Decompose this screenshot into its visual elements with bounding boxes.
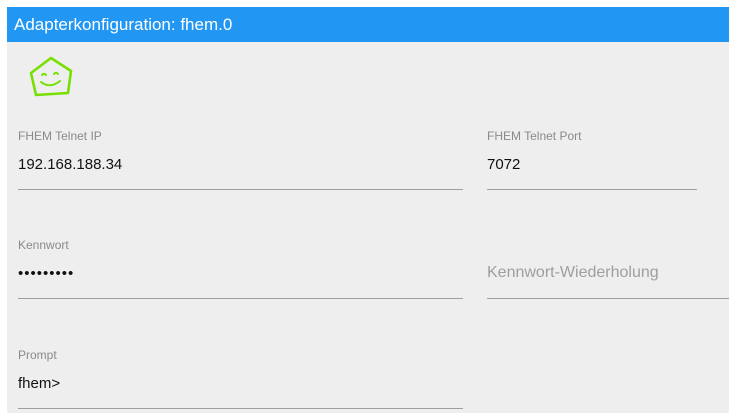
config-form: FHEM Telnet IP 192.168.188.34 FHEM Telne…: [7, 42, 729, 413]
smiley-house-icon: [29, 56, 73, 97]
prompt-field[interactable]: Prompt fhem>: [18, 348, 463, 410]
password-repeat-underline: [487, 298, 729, 299]
telnet-port-label: FHEM Telnet Port: [487, 129, 582, 143]
telnet-ip-input[interactable]: 192.168.188.34: [18, 156, 122, 174]
prompt-label: Prompt: [18, 348, 57, 362]
adapter-config-page: Adapterkonfiguration: fhem.0 FHEM Telnet…: [0, 0, 729, 413]
password-input[interactable]: •••••••••: [18, 265, 74, 283]
password-underline: [18, 298, 463, 299]
prompt-underline: [18, 408, 463, 409]
password-repeat-field[interactable]: Kennwort-Wiederholung: [487, 238, 729, 300]
telnet-port-underline: [487, 189, 697, 190]
telnet-ip-underline: [18, 189, 463, 190]
telnet-port-field[interactable]: FHEM Telnet Port 7072: [487, 129, 697, 191]
title-bar: Adapterkonfiguration: fhem.0: [7, 7, 729, 42]
telnet-ip-label: FHEM Telnet IP: [18, 129, 102, 143]
password-label: Kennwort: [18, 238, 69, 252]
prompt-input[interactable]: fhem>: [18, 375, 60, 393]
window-title: Adapterkonfiguration: fhem.0: [14, 15, 233, 34]
telnet-ip-field[interactable]: FHEM Telnet IP 192.168.188.34: [18, 129, 463, 191]
password-repeat-input[interactable]: Kennwort-Wiederholung: [487, 263, 659, 283]
password-field[interactable]: Kennwort •••••••••: [18, 238, 463, 300]
telnet-port-input[interactable]: 7072: [487, 156, 520, 174]
top-strip: [0, 0, 729, 7]
